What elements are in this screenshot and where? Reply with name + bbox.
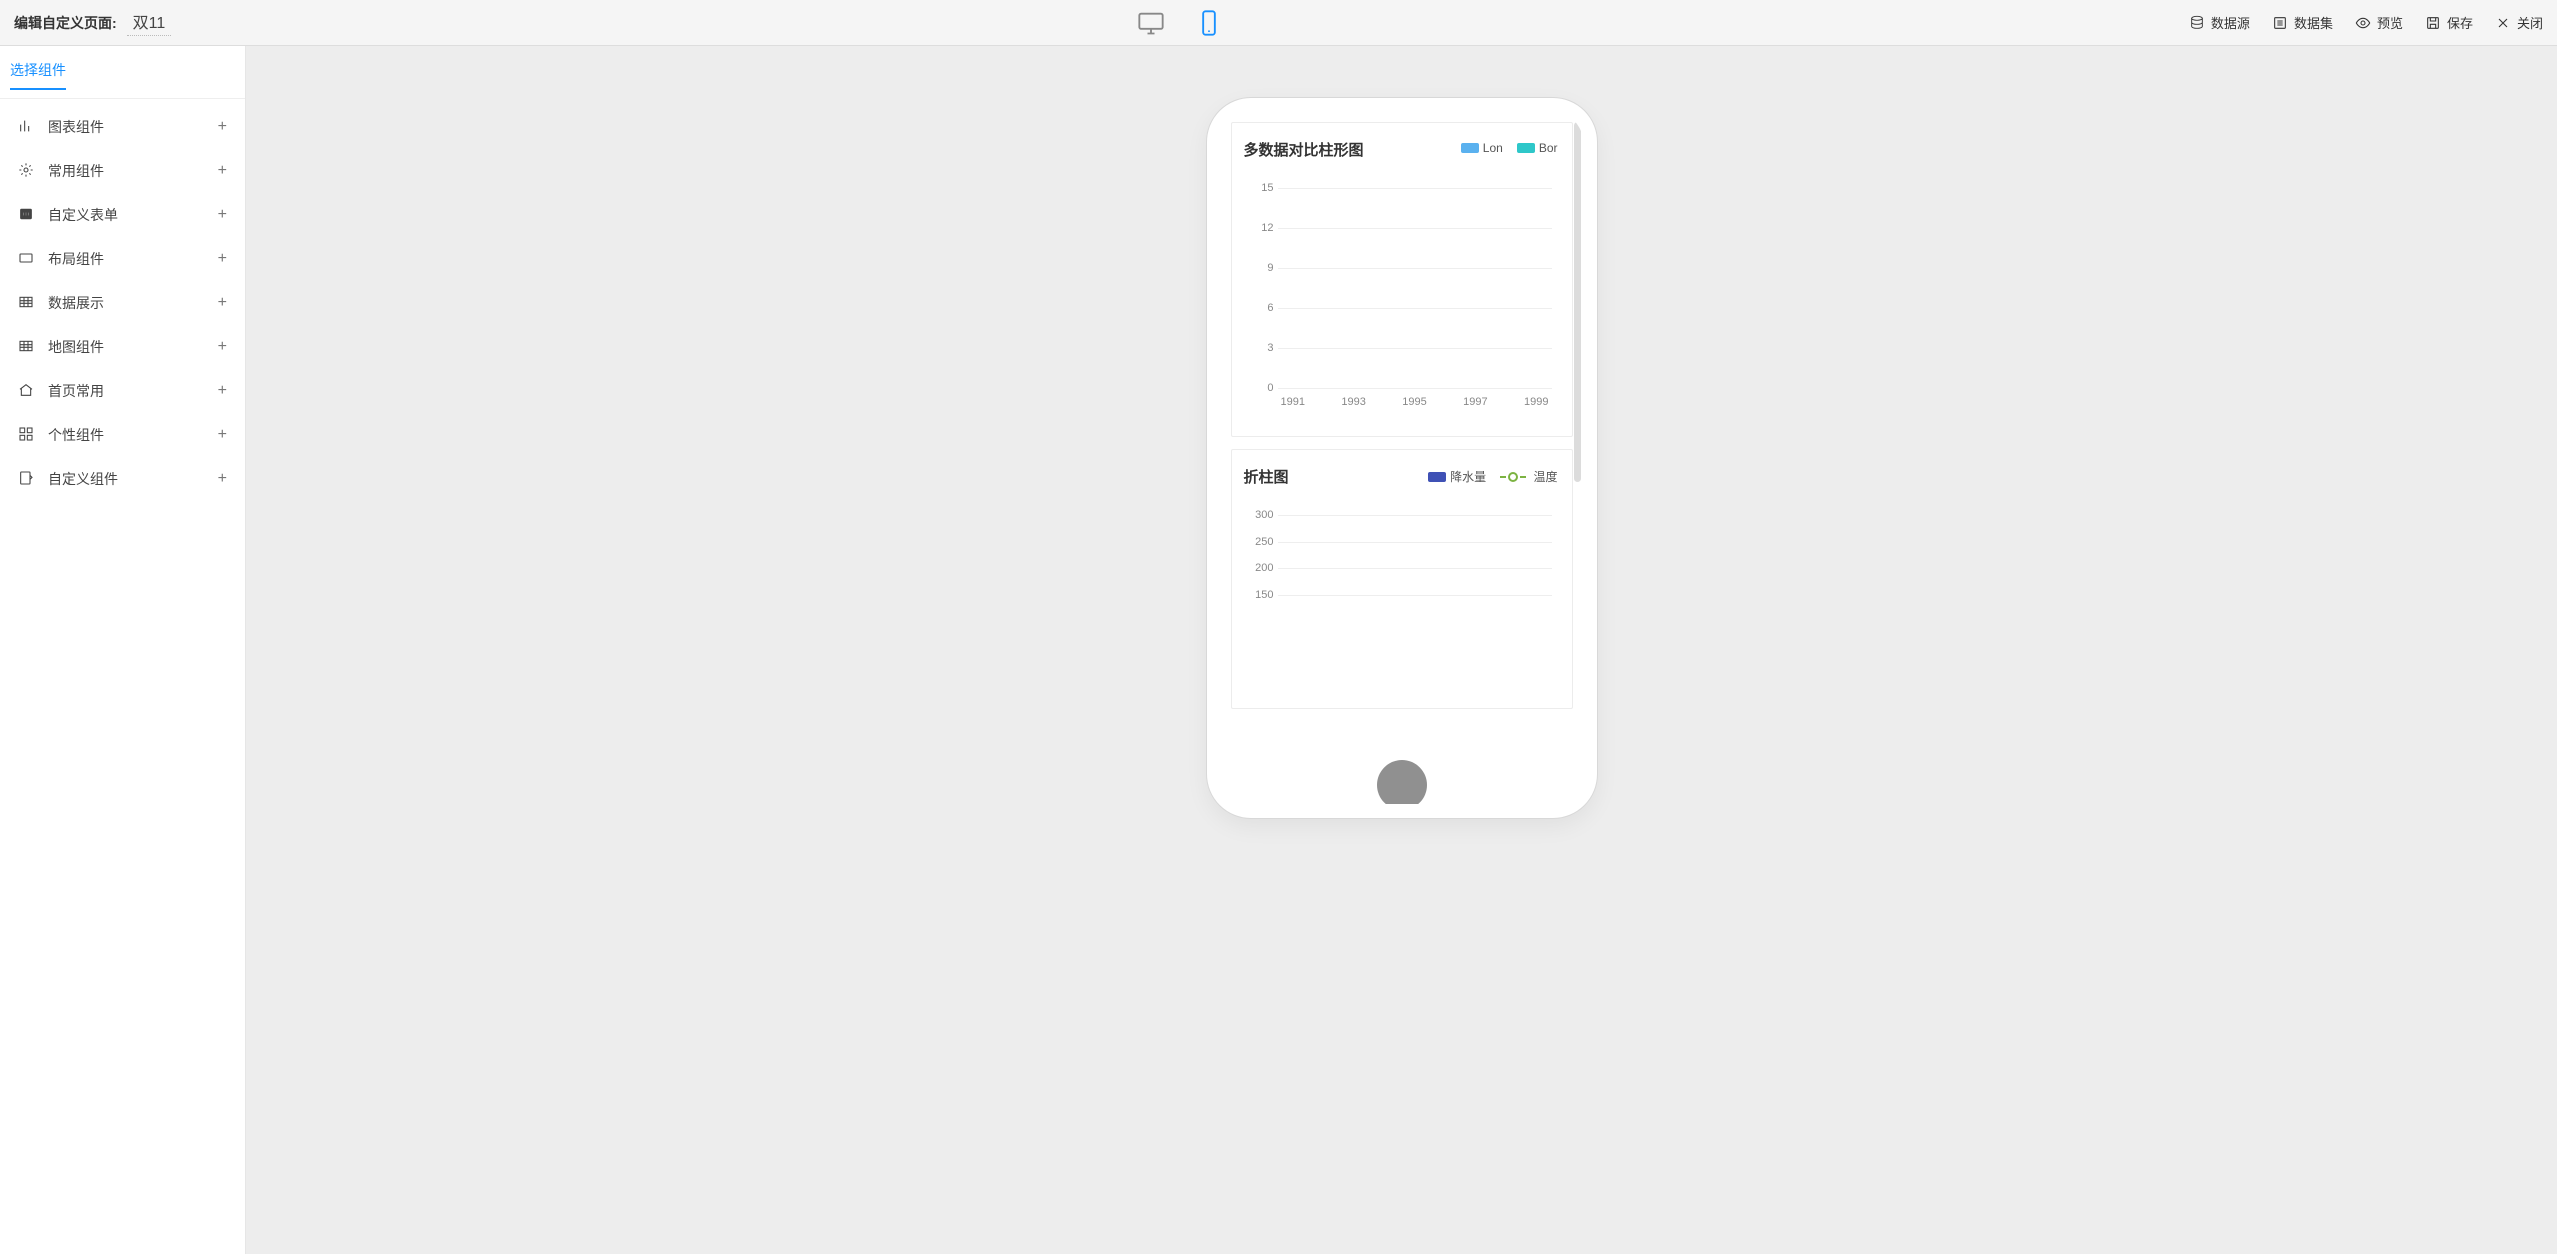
chart-legend: 降水量 温度 (1428, 468, 1557, 485)
datasource-button[interactable]: 数据源 (2189, 13, 2250, 32)
sidebar-item-label: 首页常用 (48, 381, 104, 401)
sidebar-item-icon (18, 250, 34, 269)
device-scroll[interactable]: 多数据对比柱形图 Lon Bor 03691215199119931995199… (1221, 112, 1583, 804)
expand-icon: + (218, 426, 227, 444)
legend-item-bor[interactable]: Bor (1517, 141, 1558, 155)
close-button[interactable]: 关闭 (2495, 13, 2543, 32)
chart-card-bar-line[interactable]: 折柱图 降水量 温度 150200250300 (1231, 449, 1573, 709)
device-home-button (1377, 760, 1427, 810)
sidebar-item-icon (18, 162, 34, 181)
sidebar-item-icon (18, 338, 34, 357)
save-icon (2425, 15, 2441, 31)
device-scrollbar[interactable] (1574, 122, 1581, 482)
sidebar-item-label: 自定义组件 (48, 469, 118, 489)
expand-icon: + (218, 338, 227, 356)
chart-legend: Lon Bor (1461, 141, 1558, 155)
sidebar-item[interactable]: 自定义组件 + (0, 457, 245, 501)
sidebar-item[interactable]: 图表组件 + (0, 105, 245, 149)
sidebar-item-icon (18, 206, 34, 225)
sidebar-item[interactable]: 布局组件 + (0, 237, 245, 281)
sidebar-item[interactable]: 地图组件 + (0, 325, 245, 369)
legend-item-precip[interactable]: 降水量 (1428, 468, 1486, 485)
dataset-button[interactable]: 数据集 (2272, 13, 2333, 32)
sidebar-item-label: 布局组件 (48, 249, 104, 269)
device-frame-mobile: 多数据对比柱形图 Lon Bor 03691215199119931995199… (1207, 98, 1597, 818)
sidebar-tab-select-components[interactable]: 选择组件 (0, 46, 245, 98)
close-icon (2495, 15, 2511, 31)
components-sidebar: 选择组件 图表组件+常用组件+自定义表单+布局组件+数据展示+地图组件+首页常用… (0, 46, 246, 1254)
list-icon (2272, 15, 2288, 31)
database-icon (2189, 15, 2205, 31)
preview-button[interactable]: 预览 (2355, 13, 2403, 32)
save-button[interactable]: 保存 (2425, 13, 2473, 32)
expand-icon: + (218, 162, 227, 180)
chart-card-grouped-bar[interactable]: 多数据对比柱形图 Lon Bor 03691215199119931995199… (1231, 122, 1573, 437)
sidebar-item-label: 个性组件 (48, 425, 104, 445)
sidebar-item-label: 图表组件 (48, 117, 104, 137)
desktop-view-icon[interactable] (1137, 12, 1165, 34)
sidebar-item[interactable]: 数据展示 + (0, 281, 245, 325)
legend-item-lon[interactable]: Lon (1461, 141, 1503, 155)
editor-header: 编辑自定义页面: 双11 数据源 数据集 预览 (0, 0, 2557, 46)
sidebar-item-icon (18, 426, 34, 445)
mobile-view-icon[interactable] (1195, 12, 1223, 34)
sidebar-item-label: 地图组件 (48, 337, 104, 357)
page-name-input[interactable]: 双11 (127, 9, 172, 36)
expand-icon: + (218, 470, 227, 488)
sidebar-item-label: 自定义表单 (48, 205, 118, 225)
sidebar-item-icon (18, 118, 34, 137)
sidebar-item[interactable]: 个性组件 + (0, 413, 245, 457)
sidebar-item-icon (18, 294, 34, 313)
sidebar-item-icon (18, 382, 34, 401)
legend-item-temp[interactable]: 温度 (1500, 468, 1557, 485)
header-title-label: 编辑自定义页面: (14, 13, 117, 33)
chart-area: 150200250300 (1244, 515, 1560, 705)
sidebar-item[interactable]: 自定义表单 + (0, 193, 245, 237)
canvas-area: 多数据对比柱形图 Lon Bor 03691215199119931995199… (246, 46, 2557, 1254)
chart-area: 0369121519911993199519971999 (1244, 188, 1560, 418)
sidebar-item-label: 常用组件 (48, 161, 104, 181)
sidebar-item[interactable]: 常用组件 + (0, 149, 245, 193)
expand-icon: + (218, 250, 227, 268)
expand-icon: + (218, 294, 227, 312)
sidebar-item[interactable]: 首页常用 + (0, 369, 245, 413)
expand-icon: + (218, 382, 227, 400)
sidebar-item-icon (18, 470, 34, 489)
eye-icon (2355, 15, 2371, 31)
expand-icon: + (218, 118, 227, 136)
sidebar-item-label: 数据展示 (48, 293, 104, 313)
expand-icon: + (218, 206, 227, 224)
